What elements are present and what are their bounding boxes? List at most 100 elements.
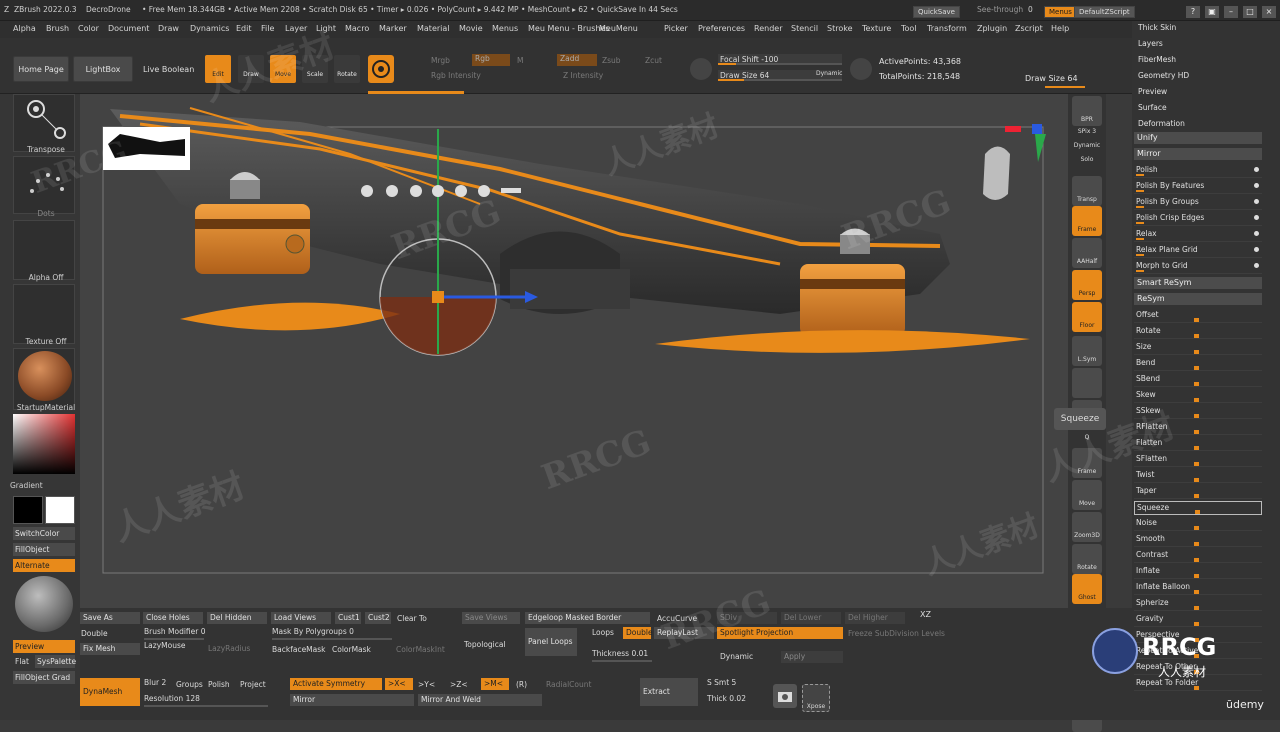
maximize-icon[interactable]: □	[1243, 6, 1257, 18]
menu-picker[interactable]: Picker	[664, 24, 688, 33]
sys-palette-button[interactable]: SysPalette	[35, 655, 76, 668]
zsub-button[interactable]: Zsub	[602, 56, 621, 65]
deform-slider-rotate[interactable]: Rotate	[1134, 325, 1262, 339]
layout-icon[interactable]: ▣	[1205, 6, 1219, 18]
menu-draw[interactable]: Draw	[158, 24, 179, 33]
deform-slider-smooth[interactable]: Smooth	[1134, 533, 1262, 547]
fill-object-button[interactable]: FillObject	[13, 543, 75, 556]
scale-mode-button[interactable]: Scale	[302, 55, 328, 83]
s-smt-slider[interactable]: S Smt 5	[707, 678, 736, 687]
deform-slider-sskew[interactable]: SSkew	[1134, 405, 1262, 419]
slider-knob[interactable]	[1194, 542, 1199, 546]
help-icon[interactable]: ?	[1186, 6, 1200, 18]
menu-material[interactable]: Material	[417, 24, 450, 33]
load-views-button[interactable]: Load Views	[271, 612, 331, 624]
menu-edit[interactable]: Edit	[236, 24, 252, 33]
deform-slider-skew[interactable]: Skew	[1134, 389, 1262, 403]
thick-slider[interactable]: Thick 0.02	[707, 694, 746, 703]
x-axis-button[interactable]: >X<	[385, 678, 413, 690]
mirror-button[interactable]: Mirror	[290, 694, 414, 706]
color-mask-int-slider[interactable]: ColorMaskInt	[396, 645, 445, 654]
m-button[interactable]: M	[517, 56, 523, 65]
thickness-slider[interactable]: Thickness 0.01	[592, 649, 648, 658]
replay-last-button[interactable]: ReplayLast	[654, 627, 714, 639]
right-shelf-zoom3d-button[interactable]: Zoom3D	[1072, 512, 1102, 542]
menu-zscript[interactable]: Zscript	[1015, 24, 1043, 33]
deform-slider-offset[interactable]: Offset	[1134, 309, 1262, 323]
menu-zplugin[interactable]: Zplugin	[977, 24, 1007, 33]
menu-help[interactable]: Help	[1051, 24, 1069, 33]
palette-layers[interactable]: Layers	[1138, 39, 1163, 48]
slider-knob[interactable]	[1194, 382, 1199, 386]
slider-knob[interactable]	[1195, 510, 1200, 514]
fix-mesh-button[interactable]: Fix Mesh	[80, 643, 140, 655]
double-button[interactable]: Double	[81, 629, 108, 638]
m-axis-button[interactable]: >M<	[481, 678, 509, 690]
right-shelf-squeeze-button[interactable]: Squeeze	[1054, 408, 1106, 430]
edgeloop-masked-border-button[interactable]: Edgeloop Masked Border	[525, 612, 650, 624]
save-views-button[interactable]: Save Views	[462, 612, 520, 624]
slider-knob[interactable]	[1194, 318, 1199, 322]
right-shelf-l-sym-button[interactable]: L.Sym	[1072, 336, 1102, 366]
sdiv-slider[interactable]: SDiv	[717, 612, 777, 624]
right-shelf-persp-button[interactable]: Persp	[1072, 270, 1102, 300]
radial-button[interactable]: (R)	[516, 680, 527, 689]
menu-brush[interactable]: Brush	[46, 24, 69, 33]
deform-slider-rflatten[interactable]: RFlatten	[1134, 421, 1262, 435]
menus-toggle[interactable]: Menus	[1044, 6, 1077, 18]
del-hidden-button[interactable]: Del Hidden	[207, 612, 267, 624]
menu-macro[interactable]: Macro	[345, 24, 369, 33]
xz-symmetry-button[interactable]: XZ	[920, 610, 931, 619]
draw-mode-button[interactable]: Draw	[238, 55, 264, 83]
menu-texture[interactable]: Texture	[862, 24, 891, 33]
topological-button[interactable]: Topological	[464, 640, 506, 649]
deform-slider-noise[interactable]: Noise	[1134, 517, 1262, 531]
menu-meu-menu-brushes[interactable]: Meu Menu - Brushes	[528, 24, 610, 33]
lazy-radius-slider[interactable]: LazyRadius	[208, 644, 250, 653]
slider-knob[interactable]	[1194, 398, 1199, 402]
viewport-canvas[interactable]	[80, 94, 1068, 608]
live-boolean-button[interactable]: Live Boolean	[143, 65, 194, 74]
slider-knob[interactable]	[1194, 606, 1199, 610]
unify-button[interactable]: Unify	[1134, 132, 1262, 144]
rotate-mode-button[interactable]: Rotate	[334, 55, 360, 83]
menu-menus[interactable]: Menus	[492, 24, 518, 33]
z-axis-button[interactable]: >Z<	[450, 680, 468, 689]
gizmo-toggle-icon[interactable]	[368, 55, 394, 83]
deform-relax[interactable]: Relax	[1134, 228, 1262, 242]
palette-fibermesh[interactable]: FiberMesh	[1138, 55, 1176, 64]
right-shelf-solo-button[interactable]: Solo	[1072, 154, 1102, 166]
zscript-button[interactable]: DefaultZScript	[1074, 6, 1135, 18]
groups-button[interactable]: Groups	[176, 680, 203, 689]
deform-morph-to-grid[interactable]: Morph to Grid	[1134, 260, 1262, 274]
alternate-button[interactable]: Alternate	[13, 559, 75, 572]
alpha-button[interactable]: Alpha Off	[13, 220, 75, 282]
zcut-button[interactable]: Zcut	[645, 56, 662, 65]
menu-preferences[interactable]: Preferences	[698, 24, 745, 33]
slider-knob[interactable]	[1194, 574, 1199, 578]
lightbox-button[interactable]: LightBox	[73, 56, 133, 82]
blur-slider[interactable]: Blur 2	[144, 678, 166, 687]
right-shelf-frame-button[interactable]: Frame	[1072, 448, 1102, 478]
deform-slider-twist[interactable]: Twist	[1134, 469, 1262, 483]
menu-render[interactable]: Render	[754, 24, 782, 33]
deform-slider-sbend[interactable]: SBend	[1134, 373, 1262, 387]
mirror-palette-button[interactable]: Mirror	[1134, 148, 1262, 160]
palette-geometry-hd[interactable]: Geometry HD	[1138, 71, 1189, 80]
apply-button[interactable]: Apply	[781, 651, 843, 663]
primary-color-swatch[interactable]	[45, 496, 75, 524]
right-shelf-transp-button[interactable]: Transp	[1072, 176, 1102, 206]
stroke-dots-button[interactable]: Dots	[13, 156, 75, 218]
menu-layer[interactable]: Layer	[285, 24, 307, 33]
deform-slider-spherize[interactable]: Spherize	[1134, 597, 1262, 611]
freeze-subdivision-button[interactable]: Freeze SubDivision Levels	[848, 629, 945, 638]
zadd-button[interactable]: Zadd	[557, 54, 597, 66]
material-button[interactable]: StartupMaterial	[13, 348, 75, 412]
right-shelf-bpr-button[interactable]: BPR	[1072, 96, 1102, 126]
deform-slider-inflate[interactable]: Inflate	[1134, 565, 1262, 579]
cust2-button[interactable]: Cust2	[365, 612, 391, 624]
fill-object-grad-button[interactable]: FillObject Grad	[13, 671, 75, 684]
slider-knob[interactable]	[1194, 414, 1199, 418]
slider-knob[interactable]	[1194, 622, 1199, 626]
save-as-button[interactable]: Save As	[80, 612, 140, 624]
